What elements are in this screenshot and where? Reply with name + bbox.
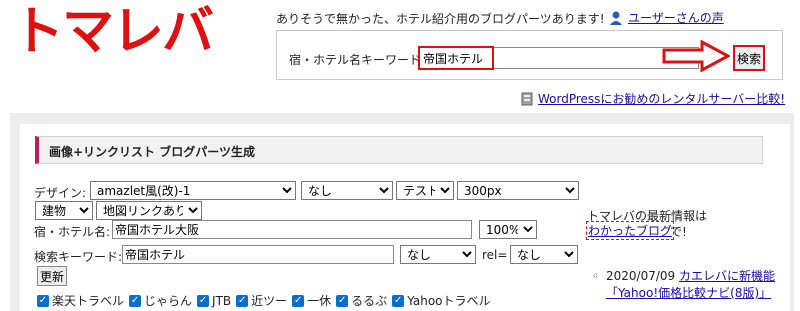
checkbox-rakuten[interactable]: ✓ 楽天トラベル <box>37 292 124 309</box>
server-compare-link-group[interactable]: WordPressにお勧めのレンタルサーバー比較! <box>520 90 785 107</box>
map-link-select[interactable]: 地図リンクあり <box>96 201 202 220</box>
news-link-box[interactable]: わかったブログ <box>586 221 675 240</box>
user-voice-link[interactable]: ユーザーさんの声 <box>628 9 724 26</box>
design-label: デザイン: <box>34 186 87 200</box>
server-compare-link[interactable]: WordPressにお勧めのレンタルサーバー比較! <box>538 90 785 107</box>
service-checkboxes: ✓ 楽天トラベル ✓ じゃらん ✓ JTB ✓ 近ツー ✓ 一休 ✓ るるぶ ✓ Yahooト… <box>37 292 496 309</box>
checkbox-label: 近ツー <box>251 294 288 308</box>
section-header: 画像+リンクリスト ブログパーツ生成 <box>35 136 763 164</box>
keyword-label: 検索キーワード: <box>34 250 123 264</box>
keyword-input[interactable] <box>122 245 394 264</box>
bullet-icon: ◦ <box>592 269 600 283</box>
building-select[interactable]: 建物 <box>35 201 93 220</box>
checkbox-check-icon[interactable]: ✓ <box>129 294 142 307</box>
checkbox-label: るるぶ <box>351 294 388 308</box>
hotel-name-label: 宿・ホテル名: <box>34 225 111 239</box>
checkbox-ikyu[interactable]: ✓ 一休 <box>292 292 331 309</box>
search-button[interactable]: 検索 <box>733 45 765 71</box>
checkbox-check-icon[interactable]: ✓ <box>392 294 405 307</box>
hotel-name-input[interactable] <box>112 220 472 239</box>
news-suffix: で! <box>670 225 687 239</box>
user-voice-link-group[interactable]: ユーザーさんの声 <box>608 9 724 26</box>
checkbox-label: 一休 <box>307 294 332 308</box>
checkbox-rurubu[interactable]: ✓ るるぶ <box>336 292 387 309</box>
checkbox-check-icon[interactable]: ✓ <box>292 294 305 307</box>
server-icon <box>521 92 533 105</box>
update-button[interactable]: 更新 <box>37 266 67 286</box>
checkbox-check-icon[interactable]: ✓ <box>37 294 49 307</box>
news-date: 2020/07/09 <box>606 269 676 283</box>
checkbox-kintsu[interactable]: ✓ 近ツー <box>236 292 287 309</box>
design-select[interactable]: amazlet風(改)-1 <box>90 181 296 200</box>
checkbox-check-icon[interactable]: ✓ <box>236 294 249 307</box>
checkbox-jtb[interactable]: ✓ JTB <box>197 294 231 308</box>
site-logo[interactable]: トマレバ <box>12 6 214 58</box>
search-panel: 宿・ホテル名キーワード: 検索 <box>276 30 783 80</box>
keyword-option-select[interactable]: なし <box>400 245 476 264</box>
search-input[interactable] <box>419 47 699 69</box>
checkbox-label: JTB <box>212 293 232 308</box>
search-label: 宿・ホテル名キーワード: <box>289 53 426 67</box>
checkbox-yahoo[interactable]: ✓ Yahooトラベル <box>392 292 491 309</box>
section-title: 画像+リンクリスト ブログパーツ生成 <box>49 145 255 159</box>
checkbox-jalan[interactable]: ✓ じゃらん <box>129 292 192 309</box>
checkbox-check-icon[interactable]: ✓ <box>336 294 349 307</box>
rel-label: rel= <box>482 248 508 262</box>
checkbox-check-icon[interactable]: ✓ <box>197 294 210 307</box>
rel-select[interactable]: なし <box>510 245 578 264</box>
test-select[interactable]: テスト <box>396 181 454 200</box>
percent-select[interactable]: 100% <box>479 220 537 239</box>
checkbox-label: Yahooトラベル <box>407 294 491 308</box>
size-select[interactable]: 300px <box>457 181 579 200</box>
user-icon <box>610 11 622 25</box>
generator-panel: 画像+リンクリスト ブログパーツ生成 デザイン: amazlet風(改)-1 な… <box>20 124 790 311</box>
option-select[interactable]: なし <box>301 181 393 200</box>
checkbox-label: 楽天トラベル <box>52 294 125 308</box>
right-arrow-icon <box>662 40 730 72</box>
news-blog-link[interactable]: わかったブログ <box>588 224 672 238</box>
tagline: ありそうで無かった、ホテル紹介用のブログパーツあります! <box>276 12 605 26</box>
checkbox-label: じゃらん <box>144 294 193 308</box>
